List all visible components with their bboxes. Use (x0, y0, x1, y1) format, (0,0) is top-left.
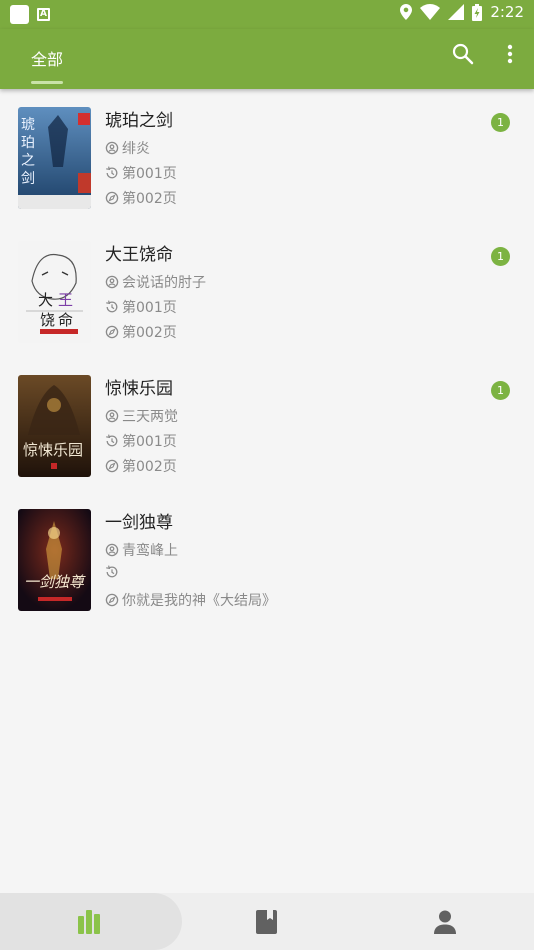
book-author-row: 绯炎 (105, 138, 150, 158)
author-icon (105, 141, 119, 155)
svg-text:一剑独尊: 一剑独尊 (24, 573, 86, 591)
author-icon (105, 409, 119, 423)
book-author: 会说话的肘子 (122, 275, 206, 291)
book-history-row: 第001页 (105, 163, 177, 183)
bottom-navigation (0, 893, 534, 950)
book-latest-row: 第002页 (105, 188, 177, 208)
profile-icon[interactable] (434, 910, 456, 934)
book-last-read: 第001页 (122, 166, 177, 182)
tab-indicator (31, 81, 63, 84)
book-item[interactable]: 大 王 饶 命 大王饶命 会说话的肘子 第001页 第002页 1 (0, 223, 534, 357)
book-author: 绯炎 (122, 141, 150, 157)
book-title: 一剑独尊 (105, 513, 173, 533)
book-title: 大王饶命 (105, 245, 173, 265)
a-notification-icon: A (37, 8, 50, 21)
book-title: 琥珀之剑 (105, 111, 173, 131)
unread-badge: 1 (491, 381, 510, 400)
svg-text:之: 之 (21, 153, 35, 169)
history-icon (106, 565, 118, 578)
book-item[interactable]: 琥 珀 之 剑 琥珀之剑 绯炎 第001页 第002页 1 (0, 89, 534, 223)
history-icon (106, 434, 118, 447)
book-cover: 惊悚乐园 (18, 375, 91, 477)
book-last-read: 第001页 (122, 434, 177, 450)
book-latest-chapter: 你就是我的神《大结局》 (122, 593, 276, 609)
signal-icon (448, 4, 465, 20)
toolbar: 全部 (0, 29, 534, 89)
book-icon[interactable] (256, 910, 277, 934)
book-cover: 琥 珀 之 剑 (18, 107, 91, 209)
history-icon (106, 166, 118, 179)
svg-text:大: 大 (38, 291, 53, 309)
book-latest-row: 第002页 (105, 322, 177, 342)
book-author-row: 三天两觉 (105, 406, 178, 426)
svg-text:惊悚乐园: 惊悚乐园 (23, 441, 83, 459)
search-icon[interactable] (451, 42, 475, 66)
svg-text:剑: 剑 (21, 171, 35, 187)
book-latest-row: 你就是我的神《大结局》 (105, 590, 276, 610)
svg-text:王: 王 (58, 291, 73, 309)
book-author-row: 会说话的肘子 (105, 272, 206, 292)
svg-text:琥: 琥 (21, 117, 35, 133)
status-bar: A 2:22 (0, 0, 534, 29)
bookshelf-icon[interactable] (78, 910, 101, 934)
book-latest-chapter: 第002页 (122, 459, 177, 475)
book-latest-chapter: 第002页 (122, 191, 177, 207)
svg-text:饶: 饶 (40, 311, 55, 329)
svg-text:命: 命 (58, 311, 73, 329)
compass-icon (105, 459, 119, 473)
author-icon (105, 543, 119, 557)
book-latest-row: 第002页 (105, 456, 177, 476)
book-item[interactable]: 惊悚乐园 惊悚乐园 三天两觉 第001页 第002页 1 (0, 357, 534, 491)
more-vert-icon[interactable] (500, 42, 520, 66)
book-title: 惊悚乐园 (105, 379, 173, 399)
tab-all[interactable]: 全部 (31, 46, 63, 70)
book-cover: 一剑独尊 (18, 509, 91, 611)
book-cover: 大 王 饶 命 (18, 241, 91, 343)
history-icon (106, 300, 118, 313)
book-author: 三天两觉 (122, 409, 178, 425)
compass-icon (105, 593, 119, 607)
status-time: 2:22 (490, 3, 524, 21)
book-history-row: 第001页 (105, 297, 177, 317)
book-latest-chapter: 第002页 (122, 325, 177, 341)
unread-badge: 1 (491, 247, 510, 266)
book-author-row: 青鸾峰上 (105, 540, 178, 560)
book-history-row: 第001页 (105, 431, 177, 451)
wifi-icon (420, 4, 441, 20)
author-icon (105, 275, 119, 289)
svg-text:珀: 珀 (21, 135, 35, 151)
book-history-row (105, 565, 122, 579)
compass-icon (105, 191, 119, 205)
book-item[interactable]: 一剑独尊 一剑独尊 青鸾峰上 你就是我的神《大结局》 (0, 491, 534, 625)
battery-charging-icon (472, 3, 483, 21)
unread-badge: 1 (491, 113, 510, 132)
compass-icon (105, 325, 119, 339)
app-square-icon (10, 5, 29, 24)
location-icon (400, 4, 413, 20)
book-author: 青鸾峰上 (122, 543, 178, 559)
bookshelf-list: 琥 珀 之 剑 琥珀之剑 绯炎 第001页 第002页 1 大 王 饶 命 大王… (0, 89, 534, 625)
book-last-read: 第001页 (122, 300, 177, 316)
